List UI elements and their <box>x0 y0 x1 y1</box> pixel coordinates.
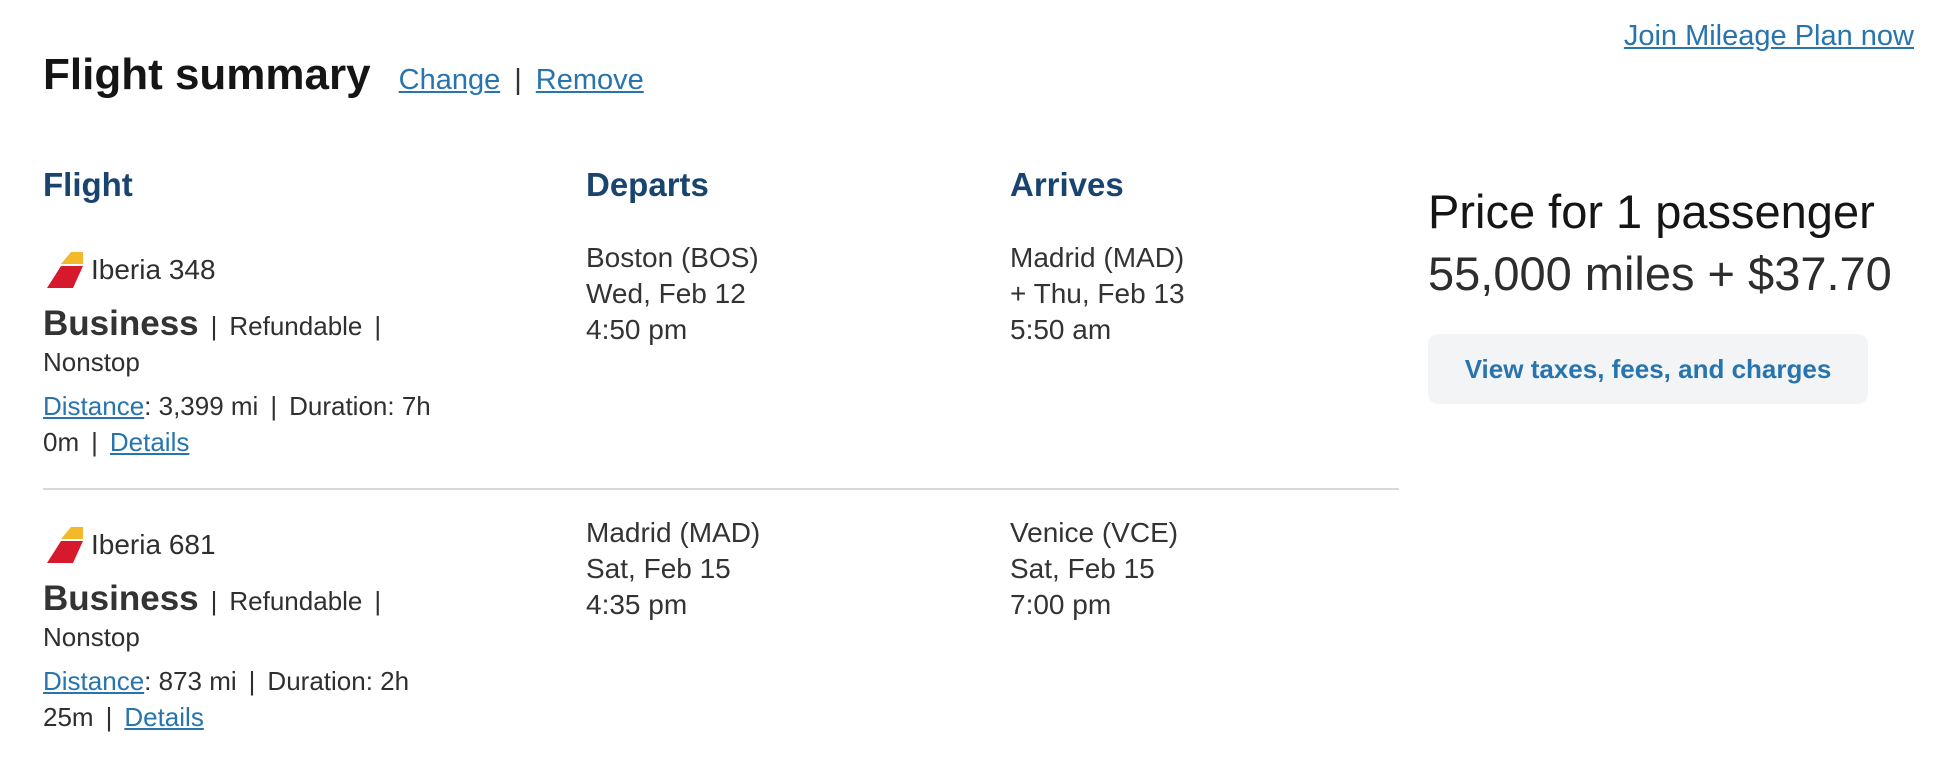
separator: | <box>514 64 522 96</box>
remove-link[interactable]: Remove <box>536 64 644 97</box>
arrival-date: + Thu, Feb 13 <box>1010 278 1185 309</box>
distance-value: : 3,399 mi <box>144 391 259 421</box>
departure-info: Boston (BOS) Wed, Feb 12 4:50 pm <box>586 240 759 348</box>
airline-line: Iberia 348 <box>43 240 513 300</box>
separator: | <box>105 702 113 732</box>
price-amount: 55,000 miles + $37.70 <box>1428 247 1892 300</box>
distance-link[interactable]: Distance <box>43 666 144 696</box>
duration-value: Duration: 2h <box>267 666 410 696</box>
departure-date: Sat, Feb 15 <box>586 553 731 584</box>
distance-value: : 873 mi <box>144 666 237 696</box>
arrival-info: Venice (VCE) Sat, Feb 15 7:00 pm <box>1010 515 1178 623</box>
arrival-city: Venice (VCE) <box>1010 517 1179 548</box>
separator: | <box>374 311 382 341</box>
flight-summary-header: Flight summary Change | Remove <box>43 50 644 100</box>
segment-flight-info: Iberia 681 Business | Refundable | Nonstop … <box>43 515 513 735</box>
separator: | <box>210 586 218 616</box>
distance-duration: Distance: 873 mi | Duration: 2h 25m | Detail… <box>43 663 513 735</box>
duration-value-cont: 0m <box>43 427 80 457</box>
details-link[interactable]: Details <box>110 427 189 457</box>
change-link[interactable]: Change <box>399 64 501 97</box>
join-mileage-plan-link[interactable]: Join Mileage Plan now <box>1624 20 1914 53</box>
column-header-departs: Departs <box>586 166 709 203</box>
flight-segment: Iberia 348 Business | Refundable | Nonstop … <box>43 240 1399 490</box>
airline-flight-number: Iberia 348 <box>91 254 216 285</box>
departure-time: 4:50 pm <box>586 314 688 345</box>
distance-link[interactable]: Distance <box>43 391 144 421</box>
segment-flight-info: Iberia 348 Business | Refundable | Nonstop … <box>43 240 513 460</box>
arrival-info: Madrid (MAD) + Thu, Feb 13 5:50 am <box>1010 240 1185 348</box>
airline-line: Iberia 681 <box>43 515 513 575</box>
departure-date: Wed, Feb 12 <box>586 278 746 309</box>
details-link[interactable]: Details <box>124 702 203 732</box>
refundable-label: Refundable <box>229 311 363 341</box>
separator: | <box>210 311 218 341</box>
column-header-flight: Flight <box>43 166 133 203</box>
departure-info: Madrid (MAD) Sat, Feb 15 4:35 pm <box>586 515 760 623</box>
departure-city: Madrid (MAD) <box>586 517 761 548</box>
page-title: Flight summary <box>43 50 371 99</box>
fare-info: Business | Refundable | Nonstop <box>43 306 513 380</box>
arrival-city: Madrid (MAD) <box>1010 242 1185 273</box>
separator: | <box>91 427 98 457</box>
separator: | <box>270 391 278 421</box>
iberia-tail-logo-icon <box>47 252 83 288</box>
duration-value-cont: 25m <box>43 702 94 732</box>
iberia-tail-logo-icon <box>47 527 83 563</box>
price-title: Price for 1 passenger <box>1428 185 1875 238</box>
refundable-label: Refundable <box>229 586 363 616</box>
arrival-time: 7:00 pm <box>1010 589 1112 620</box>
airline-flight-number: Iberia 681 <box>91 529 216 560</box>
column-header-arrives: Arrives <box>1010 166 1124 203</box>
fare-info: Business | Refundable | Nonstop <box>43 581 513 655</box>
nonstop-label: Nonstop <box>43 622 140 652</box>
cabin-class: Business <box>43 304 199 343</box>
separator: | <box>248 666 256 696</box>
nonstop-label: Nonstop <box>43 347 140 377</box>
departure-city: Boston (BOS) <box>586 242 759 273</box>
flight-segment: Iberia 681 Business | Refundable | Nonstop … <box>43 515 1399 755</box>
departure-time: 4:35 pm <box>586 589 688 620</box>
arrival-time: 5:50 am <box>1010 314 1112 345</box>
duration-value: Duration: 7h <box>289 391 431 421</box>
header-actions: Change | Remove <box>399 64 644 97</box>
price-summary: Price for 1 passenger 55,000 miles + $37… <box>1428 182 1892 404</box>
arrival-date: Sat, Feb 15 <box>1010 553 1155 584</box>
distance-duration: Distance: 3,399 mi | Duration: 7h 0m | Detai… <box>43 388 513 460</box>
separator: | <box>374 586 382 616</box>
view-taxes-fees-button[interactable]: View taxes, fees, and charges <box>1428 334 1868 404</box>
cabin-class: Business <box>43 579 199 618</box>
